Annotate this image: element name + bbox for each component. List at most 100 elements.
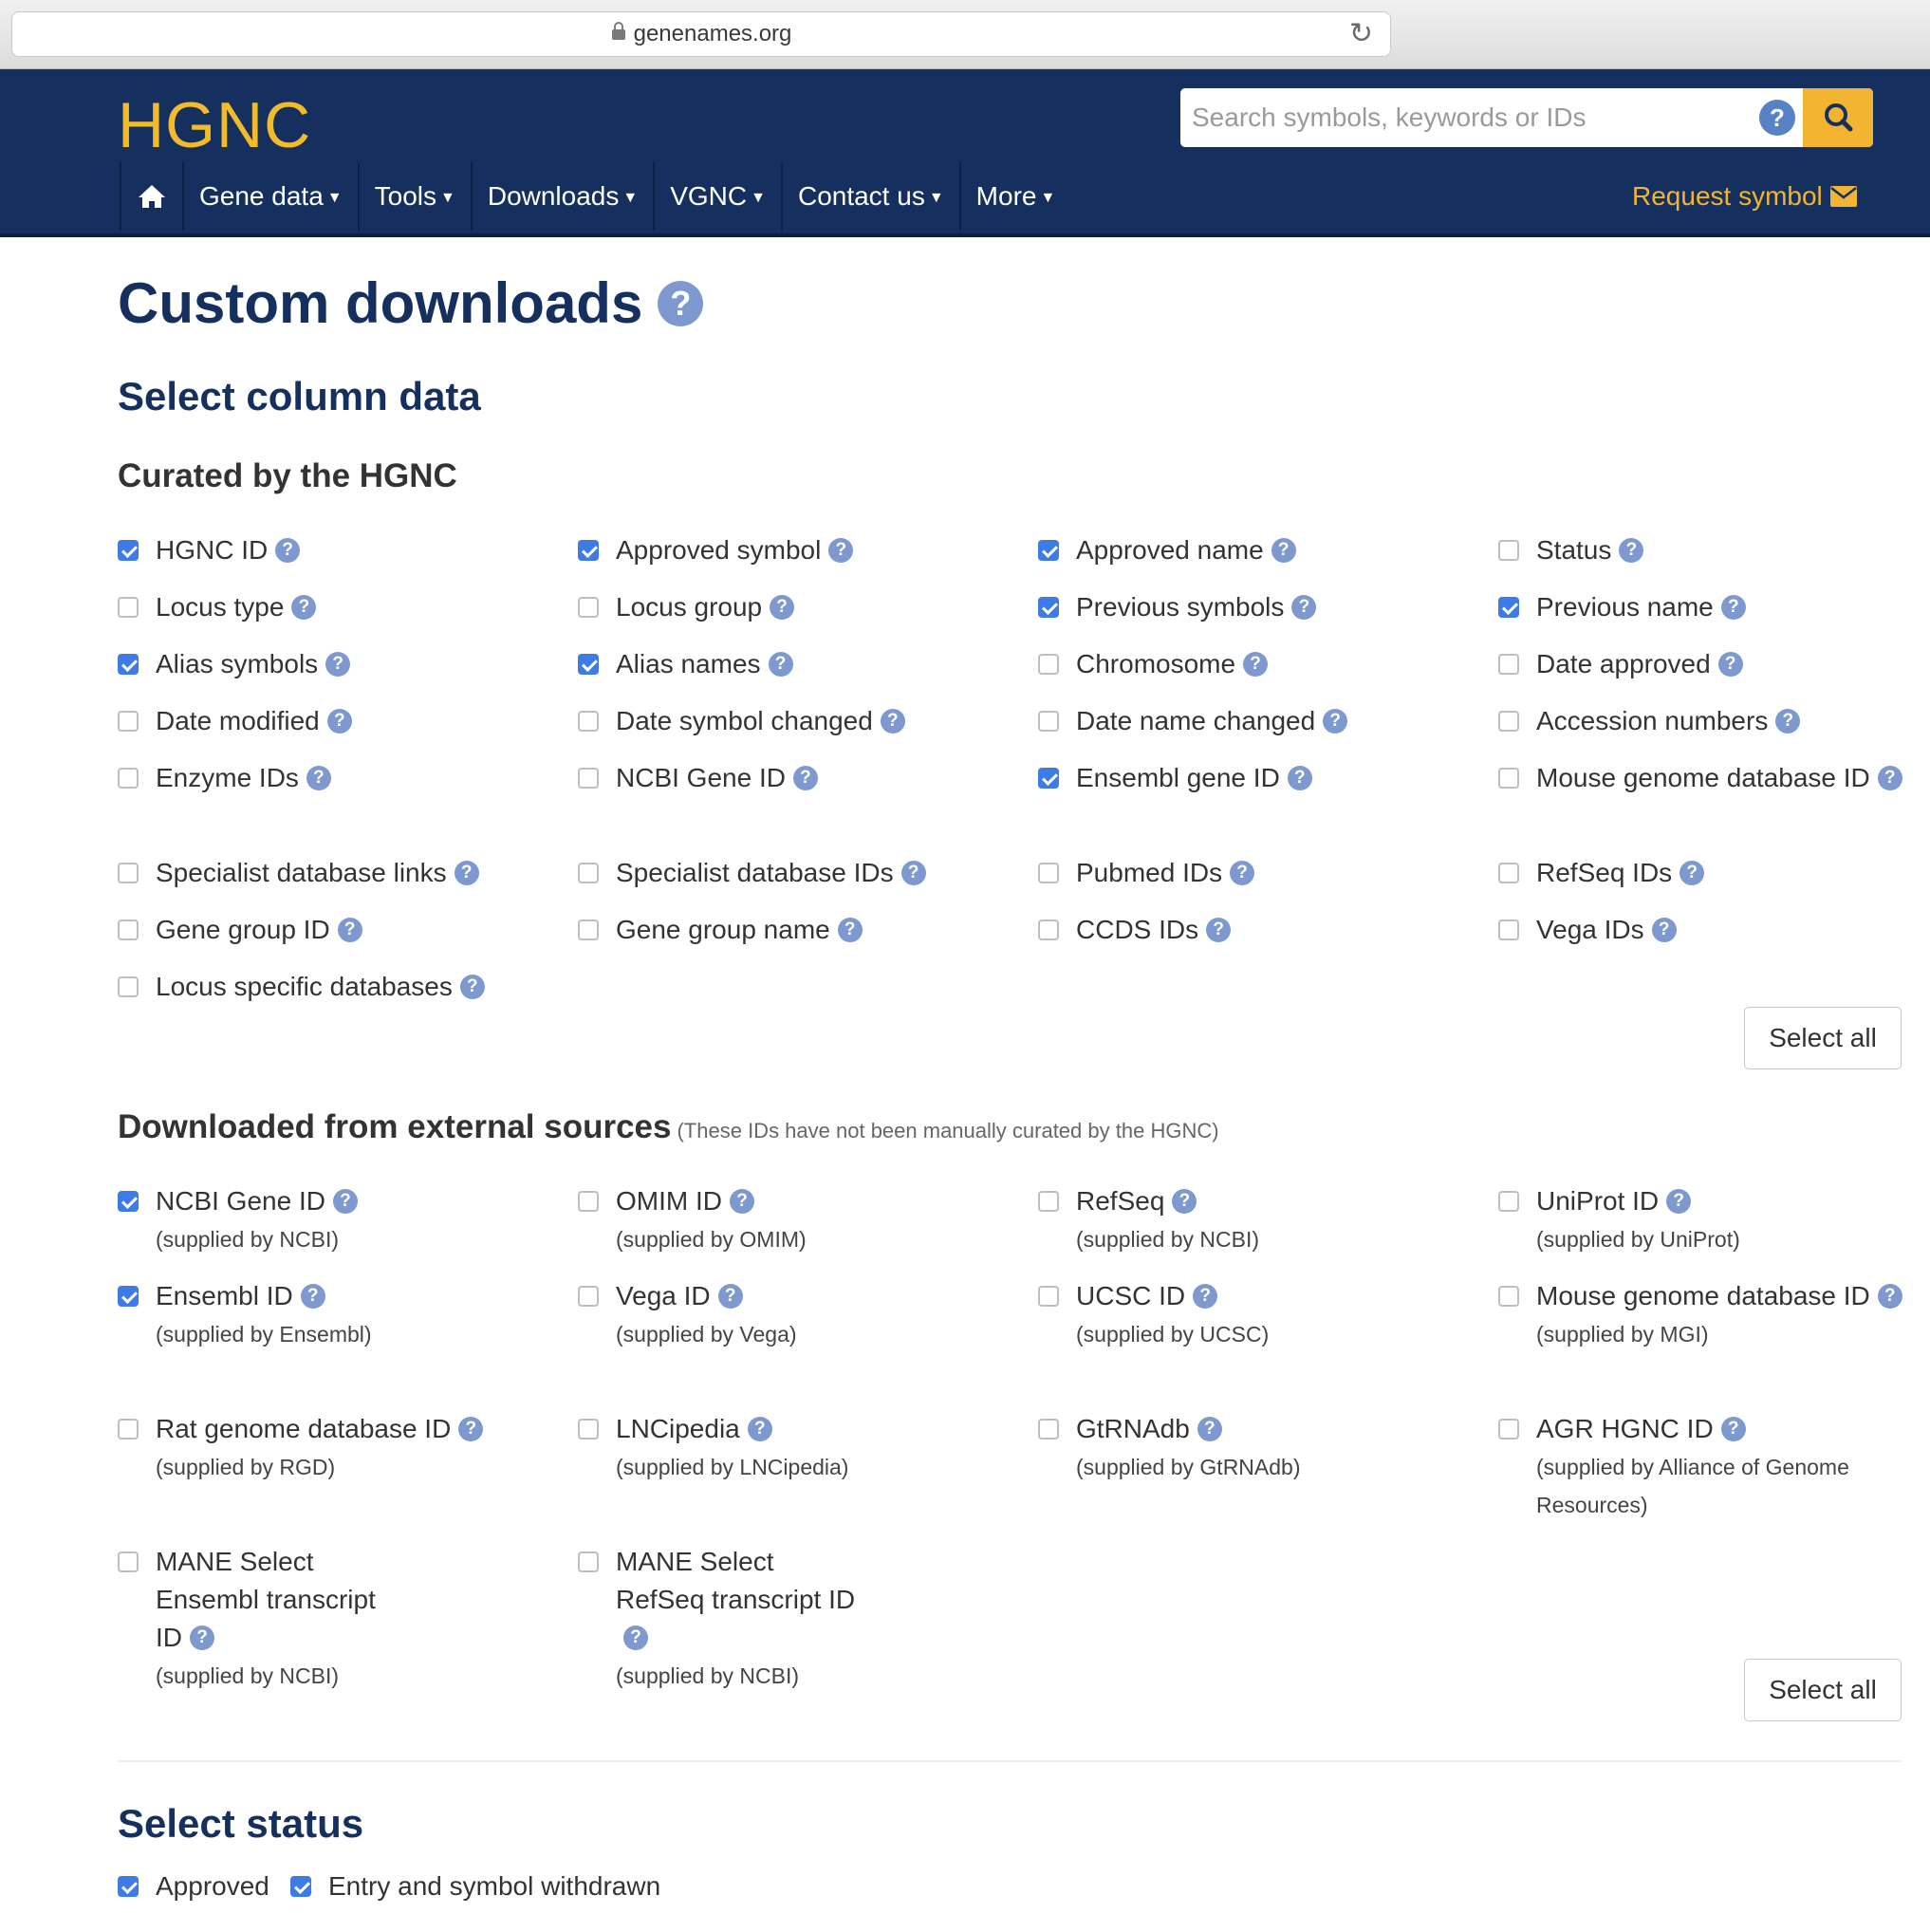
checkbox-checked[interactable] bbox=[118, 1191, 139, 1212]
checkbox-unchecked[interactable] bbox=[578, 597, 599, 618]
help-icon[interactable]: ? bbox=[1877, 1283, 1902, 1309]
help-icon[interactable]: ? bbox=[1230, 860, 1255, 885]
checkbox-locus-type[interactable]: Locus type? bbox=[118, 588, 526, 626]
checkbox-checked[interactable] bbox=[578, 654, 599, 675]
help-icon[interactable]: ? bbox=[623, 1625, 648, 1650]
search-button[interactable] bbox=[1803, 88, 1873, 147]
nav-downloads[interactable]: Downloads ▼ bbox=[470, 162, 653, 231]
checkbox-refseq[interactable]: RefSeq? (supplied by NCBI) bbox=[1038, 1182, 1446, 1258]
checkbox-checked[interactable] bbox=[118, 1286, 139, 1307]
checkbox-unchecked[interactable] bbox=[118, 1419, 139, 1440]
checkbox-unchecked[interactable] bbox=[1038, 920, 1059, 940]
checkbox-alias-symbols[interactable]: Alias symbols? bbox=[118, 645, 526, 683]
help-icon[interactable]: ? bbox=[337, 917, 362, 942]
checkbox-ucsc-id[interactable]: UCSC ID? (supplied by UCSC) bbox=[1038, 1277, 1446, 1353]
checkbox-mane-select-ensembl-transcript-id[interactable]: MANE Select Ensembl transcript ID? (suppl… bbox=[118, 1543, 402, 1695]
checkbox-agr-hgnc-id[interactable]: AGR HGNC ID? (supplied by Alliance of Gen… bbox=[1498, 1410, 1906, 1524]
help-icon[interactable]: ? bbox=[326, 708, 352, 734]
help-icon[interactable]: ? bbox=[1666, 1188, 1692, 1214]
checkbox-unchecked[interactable] bbox=[1498, 1191, 1519, 1212]
checkbox-unchecked[interactable] bbox=[1498, 540, 1519, 561]
checkbox-previous-symbols[interactable]: Previous symbols? bbox=[1038, 588, 1446, 626]
checkbox-locus-specific-databases[interactable]: Locus specific databases? bbox=[118, 968, 526, 1006]
checkbox-date-name-changed[interactable]: Date name changed? bbox=[1038, 702, 1446, 740]
help-icon[interactable]: ? bbox=[837, 917, 863, 942]
help-icon[interactable]: ? bbox=[1775, 708, 1801, 734]
checkbox-unchecked[interactable] bbox=[118, 711, 139, 732]
help-icon[interactable]: ? bbox=[291, 594, 317, 620]
request-symbol-link[interactable]: Request symbol bbox=[1632, 162, 1857, 231]
checkbox-approved-symbol[interactable]: Approved symbol? bbox=[578, 531, 986, 569]
help-icon[interactable]: ? bbox=[1877, 765, 1902, 790]
checkbox-unchecked[interactable] bbox=[1498, 1419, 1519, 1440]
checkbox-unchecked[interactable] bbox=[1498, 1286, 1519, 1307]
checkbox-ccds-ids[interactable]: CCDS IDs? bbox=[1038, 911, 1446, 949]
checkbox-gtrnadb[interactable]: GtRNAdb? (supplied by GtRNAdb) bbox=[1038, 1410, 1446, 1486]
reload-icon[interactable]: ↻ bbox=[1349, 18, 1373, 50]
checkbox-unchecked[interactable] bbox=[1498, 863, 1519, 883]
help-icon[interactable]: ? bbox=[332, 1188, 358, 1214]
checkbox-approved-name[interactable]: Approved name? bbox=[1038, 531, 1446, 569]
checkbox-previous-name[interactable]: Previous name? bbox=[1498, 588, 1906, 626]
help-icon[interactable]: ? bbox=[730, 1188, 754, 1214]
checkbox-checked[interactable] bbox=[118, 540, 139, 561]
checkbox-ensembl-gene-id[interactable]: Ensembl gene ID? bbox=[1038, 759, 1446, 797]
checkbox-gene-group-name[interactable]: Gene group name? bbox=[578, 911, 986, 949]
checkbox-checked[interactable] bbox=[578, 540, 599, 561]
help-icon[interactable]: ? bbox=[1271, 537, 1296, 563]
nav-gene-data[interactable]: Gene data ▼ bbox=[182, 162, 358, 231]
checkbox-unchecked[interactable] bbox=[578, 1286, 599, 1307]
checkbox-checked[interactable] bbox=[1038, 597, 1059, 618]
checkbox-unchecked[interactable] bbox=[118, 597, 139, 618]
status-withdrawn-checkbox[interactable]: Entry and symbol withdrawn bbox=[290, 1867, 660, 1905]
help-icon[interactable]: ? bbox=[1287, 765, 1312, 790]
checkbox-date-modified[interactable]: Date modified? bbox=[118, 702, 526, 740]
checkbox-unchecked[interactable] bbox=[1498, 654, 1519, 675]
checkbox-mane-select-refseq-transcript-id[interactable]: MANE Select RefSeq transcript ID? (suppli… bbox=[578, 1543, 863, 1695]
checkbox-unchecked[interactable] bbox=[578, 1191, 599, 1212]
help-icon[interactable]: ? bbox=[1243, 651, 1269, 677]
checkbox-unchecked[interactable] bbox=[118, 976, 139, 997]
checkbox-checked[interactable] bbox=[1498, 597, 1519, 618]
nav-more[interactable]: More ▼ bbox=[958, 162, 1071, 231]
checkbox-checked[interactable] bbox=[1038, 768, 1059, 789]
checkbox-status[interactable]: Status? bbox=[1498, 531, 1906, 569]
help-icon[interactable]: ? bbox=[900, 860, 926, 885]
checkbox-unchecked[interactable] bbox=[118, 1551, 139, 1572]
checkbox-unchecked[interactable] bbox=[578, 1551, 599, 1572]
checkbox-unchecked[interactable] bbox=[1038, 1286, 1059, 1307]
checkbox-uniprot-id[interactable]: UniProt ID? (supplied by UniProt) bbox=[1498, 1182, 1906, 1258]
nav-home[interactable] bbox=[120, 162, 182, 231]
hgnc-logo[interactable]: HGNC bbox=[118, 83, 311, 168]
help-icon[interactable]: ? bbox=[792, 765, 818, 790]
help-icon[interactable]: ? bbox=[459, 974, 485, 999]
checkbox-accession-numbers[interactable]: Accession numbers? bbox=[1498, 702, 1906, 740]
help-icon[interactable]: ? bbox=[1720, 1416, 1746, 1441]
checkbox-hgnc-id[interactable]: HGNC ID? bbox=[118, 531, 526, 569]
nav-tools[interactable]: Tools ▼ bbox=[357, 162, 471, 231]
checkbox-vega-id[interactable]: Vega ID? (supplied by Vega) bbox=[578, 1277, 986, 1353]
help-icon[interactable]: ? bbox=[1679, 860, 1705, 885]
checkbox-unchecked[interactable] bbox=[118, 768, 139, 789]
checkbox-ensembl-id[interactable]: Ensembl ID? (supplied by Ensembl) bbox=[118, 1277, 526, 1353]
checkbox-date-approved[interactable]: Date approved? bbox=[1498, 645, 1906, 683]
help-icon[interactable]: ? bbox=[1206, 917, 1232, 942]
help-icon[interactable]: ? bbox=[768, 651, 793, 677]
help-icon[interactable]: ? bbox=[1291, 594, 1317, 620]
checkbox-date-symbol-changed[interactable]: Date symbol changed? bbox=[578, 702, 986, 740]
help-icon[interactable]: ? bbox=[1323, 708, 1348, 734]
checkbox-unchecked[interactable] bbox=[578, 711, 599, 732]
select-all-external-button[interactable]: Select all bbox=[1744, 1659, 1902, 1721]
help-icon[interactable]: ? bbox=[454, 860, 479, 885]
checkbox-enzyme-ids[interactable]: Enzyme IDs? bbox=[118, 759, 526, 797]
checkbox-unchecked[interactable] bbox=[578, 920, 599, 940]
help-icon[interactable]: ? bbox=[1720, 594, 1746, 620]
status-approved-checkbox[interactable]: Approved bbox=[118, 1867, 269, 1905]
checkbox-unchecked[interactable] bbox=[118, 863, 139, 883]
checkbox-rat-genome-database-id[interactable]: Rat genome database ID? (supplied by RGD) bbox=[118, 1410, 526, 1486]
nav-contact-us[interactable]: Contact us ▼ bbox=[780, 162, 959, 231]
search-input[interactable] bbox=[1180, 88, 1807, 147]
help-icon[interactable]: ? bbox=[1172, 1188, 1197, 1214]
help-icon[interactable]: ? bbox=[1651, 917, 1677, 942]
help-icon[interactable]: ? bbox=[1717, 651, 1743, 677]
